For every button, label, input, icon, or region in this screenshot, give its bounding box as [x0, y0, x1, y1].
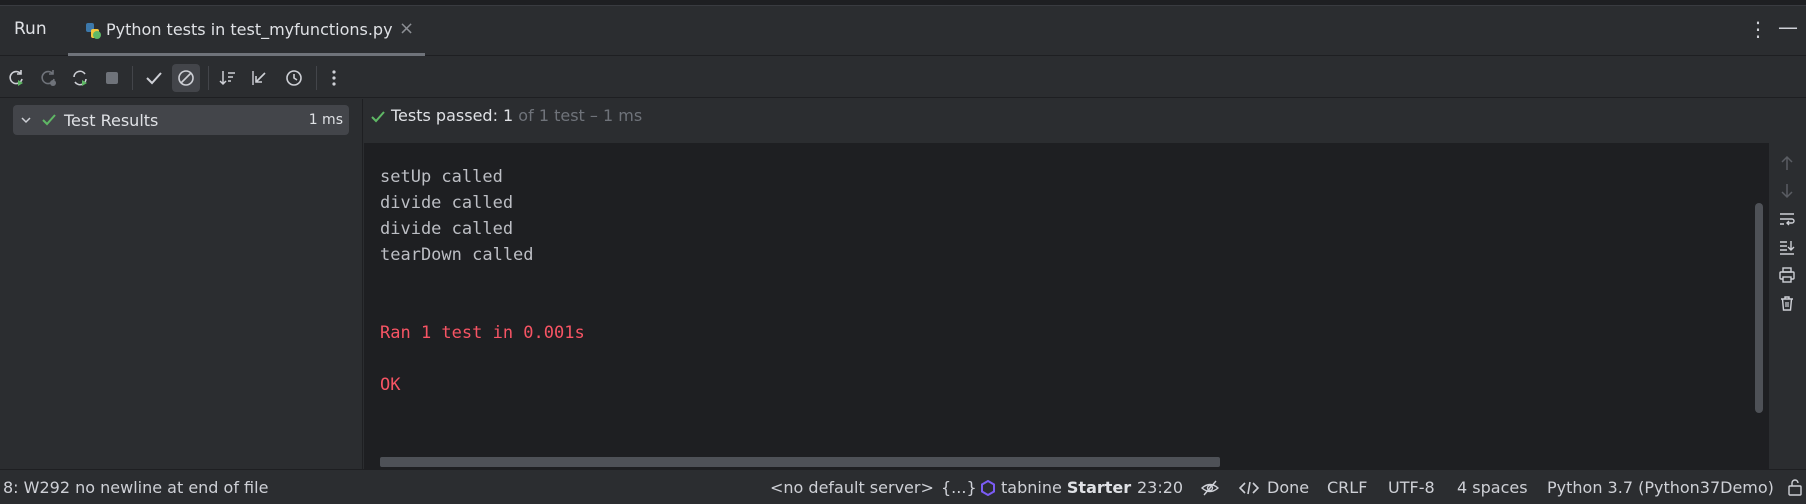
rerun-failed-icon[interactable]	[34, 64, 62, 92]
json-widget[interactable]: {...}	[941, 478, 977, 497]
tabnine-logo-icon	[981, 480, 995, 496]
line-separator[interactable]: CRLF	[1327, 478, 1367, 497]
file-encoding[interactable]: UTF-8	[1388, 478, 1435, 497]
tab-label: Python tests in test_myfunctions.py	[106, 20, 393, 39]
test-tree-panel: Test Results 1 ms	[0, 99, 363, 469]
console-line: divide called	[380, 193, 514, 213]
eye-slash-icon[interactable]	[1200, 479, 1220, 501]
console-line: divide called	[380, 219, 514, 239]
toolbar-separator	[132, 66, 133, 90]
status-message[interactable]: 8: W292 no newline at end of file	[3, 478, 268, 497]
print-icon[interactable]	[1777, 265, 1797, 285]
tab-active-indicator	[68, 53, 425, 56]
vertical-scrollbar[interactable]	[1755, 203, 1763, 413]
inspection-status[interactable]: Done	[1267, 478, 1309, 497]
more-options-icon[interactable]: ⋮	[1748, 17, 1768, 41]
tests-passed-summary: Tests passed: 1 of 1 test – 1 ms	[391, 106, 642, 125]
toggle-auto-test-icon[interactable]	[66, 64, 94, 92]
scroll-to-end-icon[interactable]	[1777, 237, 1797, 257]
indent-setting[interactable]: 4 spaces	[1457, 478, 1528, 497]
minimize-icon[interactable]: —	[1778, 15, 1798, 39]
console-side-toolbar	[1769, 143, 1806, 469]
arrow-up-icon[interactable]	[1777, 153, 1797, 173]
more-options-icon[interactable]	[320, 64, 348, 92]
tabnine-name: tabnine	[1001, 478, 1062, 497]
run-tool-window-title: Run	[14, 19, 47, 39]
server-selector[interactable]: <no default server>	[770, 478, 934, 497]
trash-icon[interactable]	[1777, 293, 1797, 313]
arrow-down-icon[interactable]	[1777, 181, 1797, 201]
show-ignored-icon[interactable]	[172, 64, 200, 92]
rerun-icon[interactable]	[2, 64, 30, 92]
tests-total-duration: of 1 test – 1 ms	[513, 106, 643, 125]
tabnine-plan: Starter	[1066, 478, 1132, 497]
chevron-down-icon[interactable]	[19, 113, 33, 127]
soft-wrap-icon[interactable]	[1777, 209, 1797, 229]
code-icon[interactable]	[1238, 479, 1260, 501]
test-runner-toolbar	[0, 57, 1806, 98]
tabnine-widget[interactable]: tabnine Starter	[1001, 478, 1131, 497]
tests-passed-count: Tests passed: 1	[391, 106, 514, 125]
toolbar-separator	[208, 66, 209, 90]
tree-item-test-results[interactable]: Test Results 1 ms	[13, 105, 349, 135]
history-icon[interactable]	[280, 64, 308, 92]
toolbar-separator	[316, 66, 317, 90]
ide-status-bar: 8: W292 no newline at end of file <no de…	[0, 469, 1806, 504]
tree-item-label: Test Results	[64, 111, 159, 130]
run-tabbar: Run Python tests in test_myfunctions.py …	[0, 6, 1806, 56]
close-icon[interactable]: ×	[399, 18, 414, 39]
cursor-position[interactable]: 23:20	[1137, 478, 1183, 497]
checkmark-icon	[42, 114, 56, 126]
lock-icon[interactable]	[1787, 478, 1803, 500]
console-result-line: OK	[380, 375, 401, 395]
tree-item-duration: 1 ms	[308, 112, 343, 128]
console-summary-line: Ran 1 test in 0.001s	[380, 323, 585, 343]
stop-icon[interactable]	[98, 64, 126, 92]
test-status-bar: Tests passed: 1 of 1 test – 1 ms	[364, 99, 1806, 143]
tab-python-tests[interactable]: Python tests in test_myfunctions.py ×	[68, 6, 425, 56]
console-output[interactable]: setUp called divide called divide called…	[364, 143, 1769, 469]
horizontal-scrollbar[interactable]	[380, 457, 1220, 467]
python-interpreter[interactable]: Python 3.7 (Python37Demo)	[1547, 478, 1774, 497]
sort-icon[interactable]	[214, 64, 242, 92]
python-test-icon	[86, 23, 101, 39]
checkmark-icon	[371, 111, 385, 123]
show-passed-icon[interactable]	[140, 64, 168, 92]
console-line: tearDown called	[380, 245, 534, 265]
collapse-icon[interactable]	[246, 64, 274, 92]
console-line: setUp called	[380, 167, 503, 187]
